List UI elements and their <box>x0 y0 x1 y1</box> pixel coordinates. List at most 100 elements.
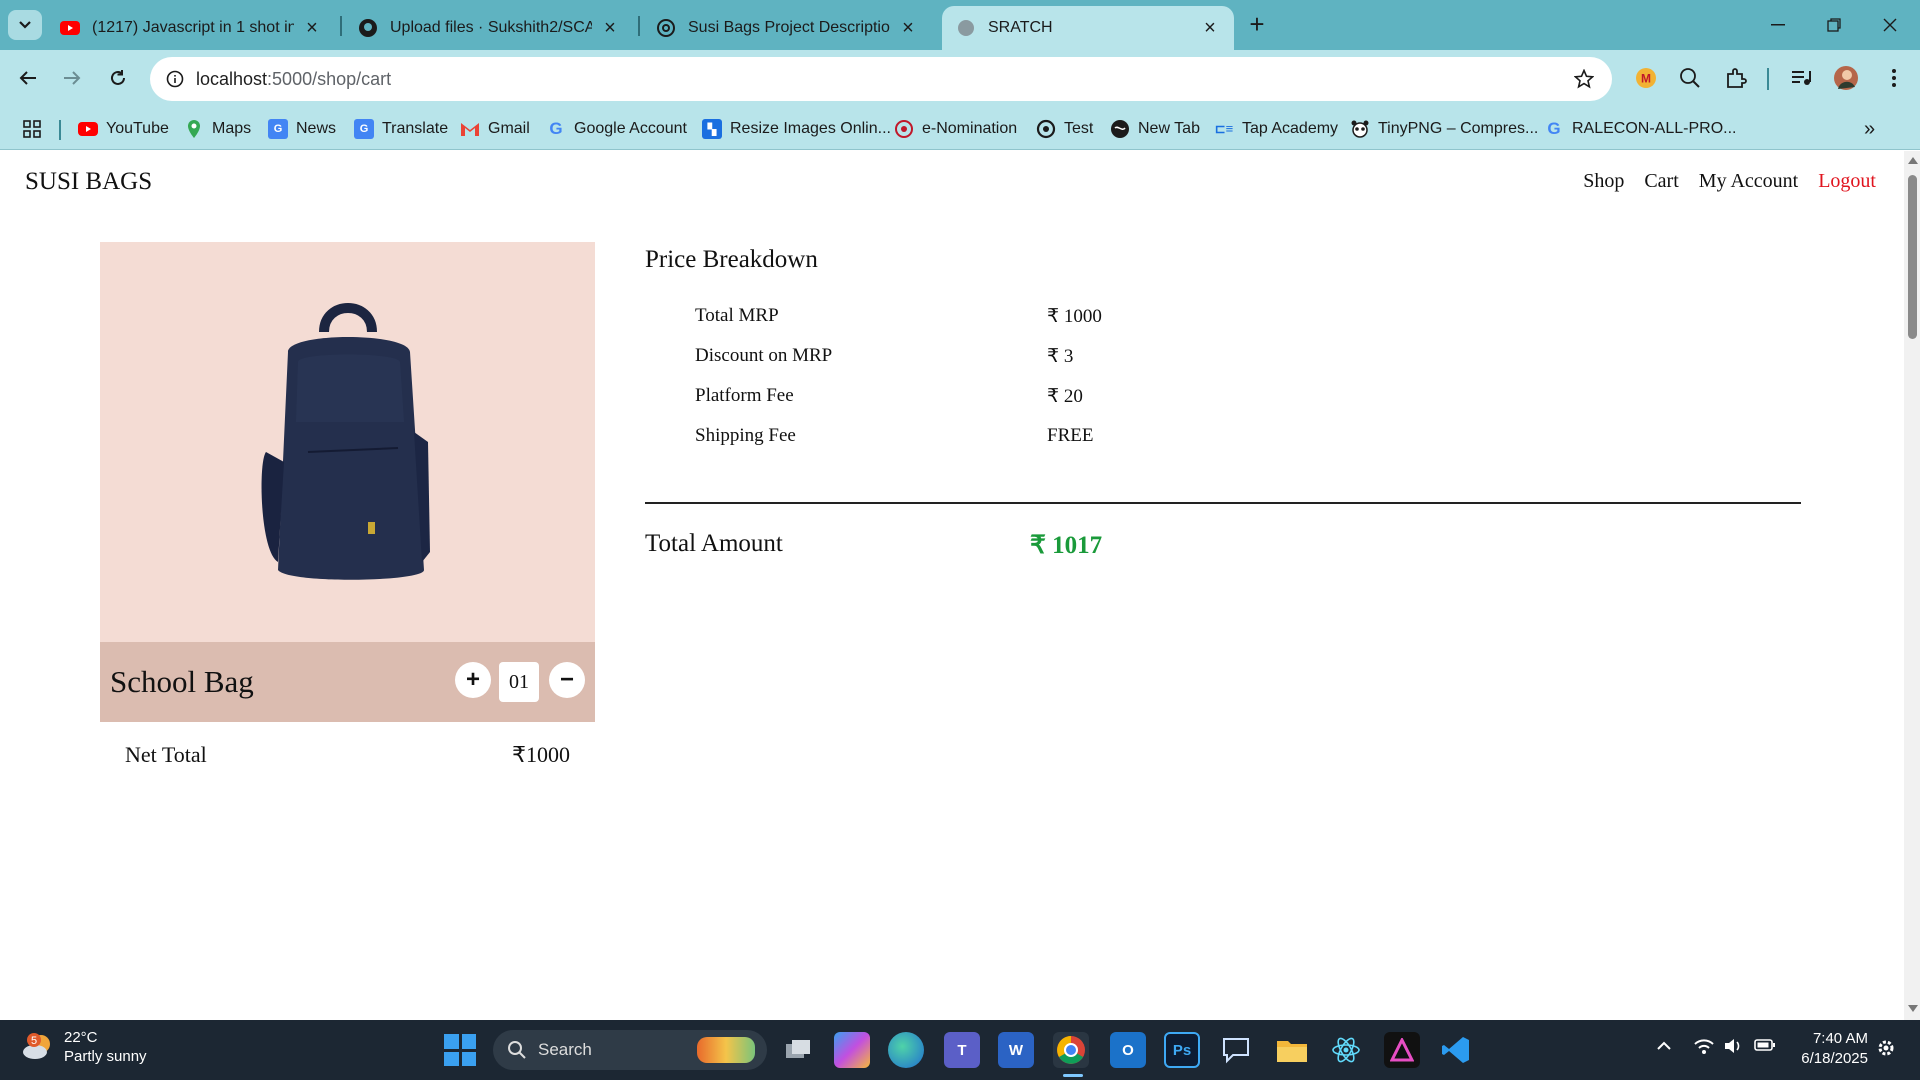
youtube-icon <box>78 119 98 139</box>
bookmark-star-icon[interactable] <box>1572 67 1596 91</box>
backpack-image <box>261 303 430 580</box>
page-scrollbar[interactable] <box>1904 151 1920 1020</box>
restore-button[interactable] <box>1806 0 1862 50</box>
bookmark-label: e-Nomination <box>922 120 1018 137</box>
wifi-icon[interactable] <box>1694 1038 1714 1058</box>
gmail-icon <box>460 119 480 139</box>
tap-academy-icon: ⊏≡ <box>1214 121 1234 136</box>
teams-icon[interactable]: T <box>944 1032 980 1068</box>
close-icon <box>1883 18 1897 32</box>
scroll-up-arrow-icon[interactable] <box>1908 157 1918 164</box>
net-total-label: Net Total <box>125 742 207 767</box>
tab-search-button[interactable] <box>8 10 42 40</box>
search-icon <box>508 1041 526 1059</box>
extensions-puzzle-icon[interactable] <box>1720 62 1752 94</box>
more-menu-icon[interactable] <box>1878 62 1910 94</box>
bookmark-resize-images[interactable]: ▚ Resize Images Onlin... <box>702 117 891 141</box>
media-controls-icon[interactable] <box>1786 62 1818 94</box>
bookmark-tinypng[interactable]: TinyPNG – Compres... <box>1350 117 1538 141</box>
close-icon[interactable]: × <box>600 17 620 39</box>
word-icon[interactable]: W <box>998 1032 1034 1068</box>
battery-icon[interactable] <box>1754 1038 1776 1056</box>
settings-gear-icon[interactable] <box>1876 1038 1896 1062</box>
address-bar[interactable]: localhost:5000/shop/cart <box>150 57 1612 101</box>
tab-separator <box>638 16 640 36</box>
file-explorer-icon[interactable] <box>1274 1032 1310 1068</box>
system-clock[interactable]: 7:40 AM 6/18/2025 <box>1790 1029 1868 1069</box>
globe-icon <box>1110 119 1130 139</box>
bookmark-e-nomination[interactable]: e-Nomination <box>894 117 1017 141</box>
web-page: SUSI BAGS Shop Cart My Account Logout Sc… <box>0 151 1904 1020</box>
feedback-icon[interactable] <box>1218 1032 1254 1068</box>
total-amount-label: Total Amount <box>645 530 783 557</box>
tab-chatgpt[interactable]: Susi Bags Project Description × <box>642 6 932 50</box>
url-path: :5000/shop/cart <box>267 69 392 89</box>
chrome-icon[interactable] <box>1053 1032 1089 1068</box>
arrow-right-icon <box>64 71 81 85</box>
breakdown-divider <box>645 502 1801 504</box>
bookmark-label: Resize Images Onlin... <box>730 120 891 137</box>
bookmark-maps[interactable]: Maps <box>184 117 251 141</box>
tab-active-sratch[interactable]: SRATCH × <box>942 6 1234 50</box>
outlook-icon[interactable]: O <box>1110 1032 1146 1068</box>
nav-logout-link[interactable]: Logout <box>1818 170 1876 193</box>
decrease-quantity-button[interactable]: − <box>549 662 585 698</box>
arrow-left-icon <box>19 71 36 85</box>
bookmark-ralecon[interactable]: G RALECON-ALL-PRO... <box>1544 117 1736 141</box>
task-view-icon[interactable] <box>780 1032 816 1068</box>
react-icon[interactable] <box>1328 1032 1364 1068</box>
apps-grid-icon[interactable] <box>22 117 42 141</box>
nav-cart-link[interactable]: Cart <box>1644 170 1678 193</box>
back-button[interactable] <box>10 60 46 96</box>
bookmark-tap-academy[interactable]: ⊏≡ Tap Academy <box>1214 117 1338 141</box>
bookmark-google-account[interactable]: G Google Account <box>546 117 687 141</box>
volume-icon[interactable] <box>1724 1038 1744 1058</box>
close-icon[interactable]: × <box>1200 17 1220 39</box>
minimize-icon <box>1771 24 1785 26</box>
brand-logo[interactable]: SUSI BAGS <box>25 168 152 196</box>
bookmark-test[interactable]: Test <box>1036 117 1093 141</box>
photoshop-icon[interactable]: Ps <box>1164 1032 1200 1068</box>
close-icon[interactable]: × <box>898 17 918 39</box>
bookmark-gmail[interactable]: Gmail <box>460 117 530 141</box>
google-icon: G <box>1547 119 1561 138</box>
close-window-button[interactable] <box>1862 0 1918 50</box>
nav-account-link[interactable]: My Account <box>1699 170 1798 193</box>
close-icon[interactable]: × <box>302 17 322 39</box>
bookmark-translate[interactable]: G Translate <box>354 117 448 141</box>
bookmark-separator <box>59 120 61 140</box>
breakdown-value: ₹ 3 <box>1047 346 1074 367</box>
zoom-icon[interactable] <box>1674 62 1706 94</box>
arc-app-icon[interactable] <box>1384 1032 1420 1068</box>
increase-quantity-button[interactable]: + <box>455 662 491 698</box>
nav-shop-link[interactable]: Shop <box>1583 170 1624 193</box>
vscode-icon[interactable] <box>1438 1032 1474 1068</box>
bookmark-youtube[interactable]: YouTube <box>78 117 169 141</box>
extension-m-icon[interactable]: M <box>1630 62 1662 94</box>
bookmark-label: New Tab <box>1138 120 1200 137</box>
bookmark-news[interactable]: G News <box>268 117 336 141</box>
show-hidden-icons-icon[interactable] <box>1656 1038 1672 1055</box>
reload-button[interactable] <box>100 60 136 96</box>
edge-icon[interactable] <box>888 1032 924 1068</box>
weather-widget[interactable]: 5 22°C Partly sunny <box>22 1028 147 1066</box>
profile-avatar[interactable] <box>1830 62 1862 94</box>
maps-icon <box>184 119 204 139</box>
globe-icon <box>956 18 976 38</box>
minimize-button[interactable] <box>1750 0 1806 50</box>
bookmark-new-tab[interactable]: New Tab <box>1110 117 1200 141</box>
forward-button[interactable] <box>54 60 90 96</box>
tab-youtube[interactable]: (1217) Javascript in 1 shot in Hi × <box>46 6 336 50</box>
breakdown-label: Shipping Fee <box>695 425 796 446</box>
site-info-icon[interactable] <box>162 66 188 92</box>
copilot-icon[interactable] <box>834 1032 870 1068</box>
scrollbar-thumb[interactable] <box>1908 175 1917 339</box>
scroll-down-arrow-icon[interactable] <box>1908 1005 1918 1012</box>
start-button[interactable] <box>444 1034 476 1066</box>
more-bookmarks-icon[interactable]: » <box>1864 117 1875 141</box>
svg-text:5: 5 <box>31 1035 37 1047</box>
new-tab-button[interactable]: + <box>1242 10 1272 40</box>
taskbar-search[interactable]: Search <box>493 1030 767 1070</box>
partly-sunny-icon: 5 <box>23 1033 50 1059</box>
tab-github[interactable]: Upload files · Sukshith2/SCATCH × <box>344 6 634 50</box>
